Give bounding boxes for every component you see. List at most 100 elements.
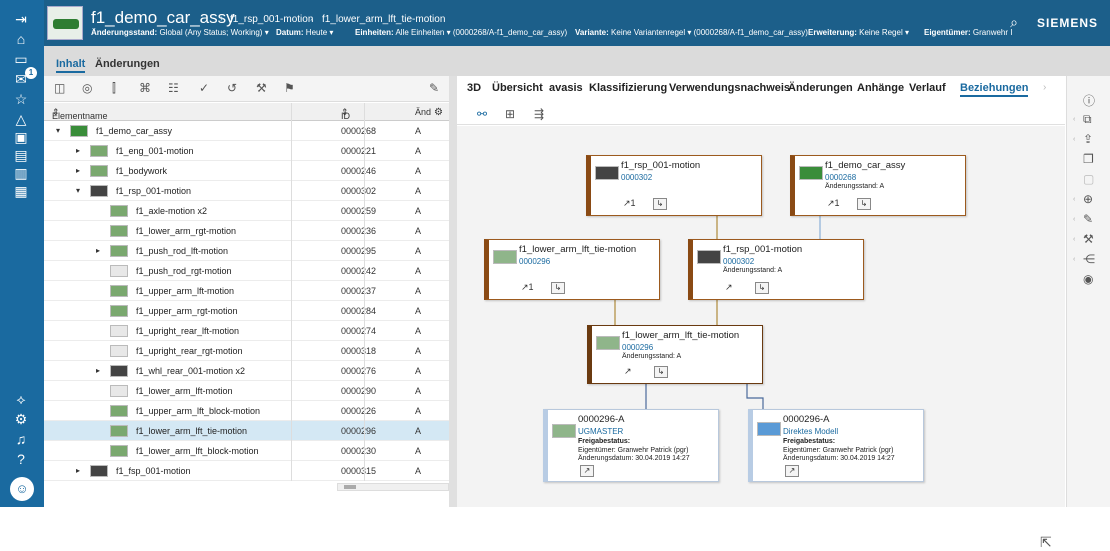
- detail-tab[interactable]: Änderungen: [788, 82, 853, 94]
- tree-row[interactable]: f1_lower_arm_lft-motion 0000290 A: [44, 381, 449, 401]
- open-external-icon[interactable]: ⧉: [1083, 112, 1092, 127]
- expand-up-icon[interactable]: ↗: [624, 366, 632, 377]
- expand-down-icon[interactable]: ↳: [551, 282, 565, 294]
- expand-up-icon[interactable]: ↗1: [827, 198, 840, 209]
- col-aend[interactable]: Änd: [415, 107, 431, 117]
- expand-caret-icon[interactable]: ▸: [76, 146, 80, 155]
- node-lower-arm-tie-left[interactable]: f1_lower_arm_lft_tie-motion 0000296 ↗1 ↳: [484, 239, 660, 300]
- collapse-caret-icon[interactable]: ▾: [76, 186, 80, 195]
- filter-icon[interactable]: ⫿: [112, 81, 116, 96]
- expand-caret-icon[interactable]: ▸: [96, 366, 100, 375]
- calendar-icon[interactable]: ▤: [10, 146, 32, 164]
- tree-row[interactable]: f1_upright_rear_lft-motion 0000274 A: [44, 321, 449, 341]
- relation-view-icon[interactable]: ⚯: [477, 107, 487, 121]
- node-id-link[interactable]: 0000302: [723, 257, 754, 266]
- node-id-link[interactable]: 0000302: [621, 173, 652, 182]
- favorites-icon[interactable]: ☆: [10, 90, 32, 108]
- branch-icon[interactable]: ⇶: [534, 107, 544, 121]
- undo-icon[interactable]: ↺: [227, 81, 237, 95]
- upload-icon[interactable]: ⇪: [1083, 132, 1093, 146]
- image-icon[interactable]: ▣: [10, 128, 32, 146]
- help-icon[interactable]: ?: [10, 450, 32, 468]
- tree-row[interactable]: ▸ f1_bodywork 0000246 A: [44, 161, 449, 181]
- alert-icon[interactable]: △: [10, 110, 32, 128]
- node-rsp-motion[interactable]: f1_rsp_001-motion 0000302 Änderungsstand…: [688, 239, 864, 300]
- expand-down-icon[interactable]: ↳: [857, 198, 871, 210]
- tree-row[interactable]: ▸ f1_fsp_001-motion 0000315 A: [44, 461, 449, 481]
- horizontal-scrollbar[interactable]: [337, 483, 449, 491]
- dataset-type-link[interactable]: Direktes Modell: [783, 427, 838, 436]
- collapse-caret-icon[interactable]: ▾: [56, 126, 60, 135]
- dataset-type-link[interactable]: UGMASTER: [578, 427, 623, 436]
- report-icon[interactable]: ▥: [10, 164, 32, 182]
- tree-row[interactable]: ▾ f1_rsp_001-motion 0000302 A: [44, 181, 449, 201]
- expand-down-icon[interactable]: ↳: [654, 366, 668, 378]
- tag-icon[interactable]: ⚑: [284, 81, 295, 95]
- tree-row[interactable]: f1_lower_arm_rgt-motion 0000236 A: [44, 221, 449, 241]
- panel-toggle-icon[interactable]: ◫: [54, 81, 65, 95]
- tab-aenderungen[interactable]: Änderungen: [95, 58, 160, 70]
- add-icon[interactable]: ⊕: [1083, 192, 1093, 206]
- tree-row[interactable]: f1_axle-motion x2 0000259 A: [44, 201, 449, 221]
- folder-icon[interactable]: ▭: [10, 50, 32, 68]
- detail-tab[interactable]: Beziehungen: [960, 82, 1029, 97]
- watch-icon[interactable]: ◉: [1083, 272, 1093, 286]
- home-icon[interactable]: ⌂: [10, 30, 32, 48]
- collapse-corner-icon[interactable]: ⇱: [1040, 534, 1052, 551]
- view-icon[interactable]: ◎: [82, 81, 92, 95]
- info-icon[interactable]: ⓘ: [1083, 92, 1095, 109]
- checklist-icon[interactable]: ☷: [168, 81, 179, 95]
- node-dataset-ugmaster[interactable]: 0000296-A UGMASTER Freigabestatus: Eigen…: [543, 409, 719, 482]
- edit-icon[interactable]: ✎: [1083, 212, 1093, 226]
- tree-row[interactable]: f1_upper_arm_rgt-motion 0000284 A: [44, 301, 449, 321]
- expand-down-icon[interactable]: ↳: [755, 282, 769, 294]
- column-settings-icon[interactable]: ⚙: [434, 107, 443, 118]
- aenderungsstand-filter[interactable]: Änderungsstand: Global (Any Status; Work…: [91, 28, 269, 37]
- tree-row[interactable]: ▾ f1_demo_car_assy 0000268 A: [44, 121, 449, 141]
- expand-up-icon[interactable]: ↗1: [521, 282, 534, 293]
- expand-up-icon[interactable]: ↗1: [623, 198, 636, 209]
- share-icon[interactable]: ⋲: [1083, 252, 1095, 266]
- col-id[interactable]: ID ⇕: [341, 107, 350, 121]
- detail-tab[interactable]: Klassifizierung: [589, 82, 667, 94]
- paste-icon[interactable]: ▢: [1083, 172, 1094, 186]
- detail-tab[interactable]: Verlauf: [909, 82, 946, 94]
- structure-icon[interactable]: ⟡: [10, 390, 32, 408]
- expand-caret-icon[interactable]: ▸: [76, 466, 80, 475]
- search-icon[interactable]: ⌕: [1010, 14, 1018, 31]
- bell-icon[interactable]: ♫: [10, 430, 32, 448]
- node-demo-car-assy[interactable]: f1_demo_car_assy 0000268 Änderungsstand:…: [790, 155, 966, 216]
- edit-pencil-icon[interactable]: ✎: [429, 81, 439, 95]
- document-icon[interactable]: ▦: [10, 182, 32, 200]
- panel-splitter[interactable]: [449, 76, 457, 507]
- expand-caret-icon[interactable]: ▸: [96, 246, 100, 255]
- detail-tab[interactable]: Anhänge: [857, 82, 904, 94]
- detail-tab[interactable]: avasis: [549, 82, 583, 94]
- node-id-link[interactable]: 0000296: [622, 343, 653, 352]
- einheiten-filter[interactable]: Einheiten: Alle Einheiten ▾ (0000268/A-f…: [355, 28, 567, 37]
- breadcrumb-tie[interactable]: f1_lower_arm_lft_tie-motion: [322, 14, 445, 25]
- check-icon[interactable]: ✓: [199, 81, 209, 95]
- datum-filter[interactable]: Datum: Heute ▾: [276, 28, 333, 37]
- tree-row[interactable]: f1_upper_arm_lft_block-motion 0000226 A: [44, 401, 449, 421]
- tree-row[interactable]: ▸ f1_eng_001-motion 0000221 A: [44, 141, 449, 161]
- expand-up-icon[interactable]: ↗: [580, 465, 594, 477]
- tree-row[interactable]: f1_upright_rear_rgt-motion 0000318 A: [44, 341, 449, 361]
- structure-edit-icon[interactable]: ⌘: [139, 81, 151, 95]
- tree-row[interactable]: ▸ f1_push_rod_lft-motion 0000295 A: [44, 241, 449, 261]
- detail-tab[interactable]: Verwendungsnachweis: [669, 82, 790, 94]
- tools-icon[interactable]: ⚒: [1083, 232, 1094, 246]
- user-avatar[interactable]: ☺: [10, 477, 34, 501]
- tab-inhalt[interactable]: Inhalt: [56, 58, 86, 73]
- tool-icon[interactable]: ⚒: [256, 81, 267, 95]
- node-lower-arm-tie-focus[interactable]: f1_lower_arm_lft_tie-motion 0000296 Ände…: [587, 325, 763, 384]
- expand-down-icon[interactable]: ↳: [653, 198, 667, 210]
- tree-row[interactable]: f1_lower_arm_lft_block-motion 0000230 A: [44, 441, 449, 461]
- node-id-link[interactable]: 0000268: [825, 173, 856, 182]
- tree-row[interactable]: f1_upper_arm_lft-motion 0000237 A: [44, 281, 449, 301]
- col-elementname[interactable]: Elementname ⇕: [52, 107, 108, 121]
- hierarchy-icon[interactable]: ⊞: [505, 107, 515, 121]
- node-id-link[interactable]: 0000296: [519, 257, 550, 266]
- settings-icon[interactable]: ⚙: [10, 410, 32, 428]
- detail-tab[interactable]: 3D: [467, 82, 481, 94]
